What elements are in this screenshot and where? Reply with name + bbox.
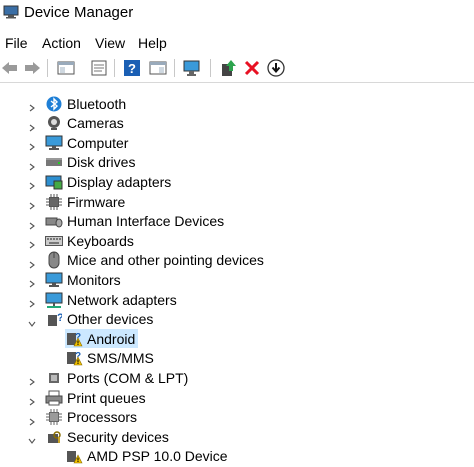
menu-action[interactable]: Action <box>42 35 81 51</box>
tree-category-disk-drives[interactable]: Disk drives <box>45 153 135 172</box>
svg-text:?: ? <box>57 312 62 324</box>
tree-item-label: Keyboards <box>67 232 134 249</box>
processor-icon <box>45 409 63 426</box>
tree-category-display-adapters[interactable]: Display adapters <box>45 172 171 191</box>
tree-category-human-interface-devices[interactable]: Human Interface Devices <box>45 212 224 231</box>
chevron-right-icon[interactable] <box>28 217 36 230</box>
chevron-right-icon[interactable] <box>28 99 36 112</box>
tree-item-label: Cameras <box>67 115 124 132</box>
show-hide-console-tree-icon[interactable] <box>56 58 76 78</box>
tree-category-cameras[interactable]: Cameras <box>45 114 124 133</box>
tree-category-keyboards[interactable]: Keyboards <box>45 231 134 250</box>
tree-category-firmware[interactable]: Firmware <box>45 192 125 211</box>
toolbar: ? <box>0 56 474 83</box>
toolbar-separator <box>210 59 211 77</box>
tree-item-label: Android <box>87 330 136 347</box>
menu-help[interactable]: Help <box>138 35 167 51</box>
chevron-right-icon[interactable] <box>28 393 36 406</box>
chevron-down-icon[interactable] <box>28 432 36 445</box>
help-icon[interactable]: ? <box>122 58 142 78</box>
tree-item-label: AMD PSP 10.0 Device <box>87 448 228 465</box>
device-manager-app-icon <box>3 5 19 19</box>
tree-category-network-adapters[interactable]: Network adapters <box>45 290 177 309</box>
security-device-item-icon <box>65 448 83 464</box>
tree-category-bluetooth[interactable]: Bluetooth <box>45 94 126 113</box>
update-driver-icon[interactable] <box>218 58 238 78</box>
tree-device-amd-psp-10-0-device[interactable]: AMD PSP 10.0 Device <box>65 447 231 466</box>
forward-arrow-icon[interactable] <box>22 58 42 78</box>
other-devices-icon: ? <box>45 311 63 327</box>
menu-file[interactable]: File <box>5 35 28 51</box>
scan-hardware-changes-icon[interactable] <box>182 58 202 78</box>
tree-category-mice-and-other-pointing-devices[interactable]: Mice and other pointing devices <box>45 251 264 270</box>
chevron-right-icon[interactable] <box>28 177 36 190</box>
chevron-right-icon[interactable] <box>28 119 36 132</box>
keyboard-icon <box>45 233 63 249</box>
tree-category-processors[interactable]: Processors <box>45 408 137 427</box>
properties-icon[interactable] <box>89 58 109 78</box>
window-title: Device Manager <box>24 4 134 21</box>
back-arrow-icon[interactable] <box>0 58 20 78</box>
tree-item-label: Display adapters <box>67 173 172 190</box>
tree-item-label: Human Interface Devices <box>67 213 225 230</box>
mouse-icon <box>45 251 63 269</box>
device-tree[interactable]: Bluetooth Cameras Computer Disk drives Displ… <box>0 90 474 467</box>
tree-category-computer[interactable]: Computer <box>45 133 128 152</box>
tree-item-label: Bluetooth <box>67 95 127 112</box>
monitor-icon <box>45 272 63 288</box>
chevron-right-icon[interactable] <box>28 236 36 249</box>
chevron-right-icon[interactable] <box>28 197 36 210</box>
svg-text:?: ? <box>128 61 136 76</box>
uninstall-device-icon[interactable] <box>242 58 262 78</box>
tree-item-label: Firmware <box>67 193 126 210</box>
tree-category-monitors[interactable]: Monitors <box>45 270 121 289</box>
tree-item-label: Computer <box>67 134 129 151</box>
tree-category-ports-com-lpt[interactable]: Ports (COM & LPT) <box>45 368 188 387</box>
tree-item-label: Disk drives <box>67 154 136 171</box>
tree-item-label: Security devices <box>67 428 169 445</box>
chevron-right-icon[interactable] <box>28 158 36 171</box>
printer-icon <box>45 390 63 406</box>
tree-device-android[interactable]: ?Android <box>65 329 139 349</box>
port-icon <box>45 370 63 386</box>
tree-item-label: Monitors <box>67 271 121 288</box>
toolbar-separator <box>47 59 48 77</box>
tree-item-label: Mice and other pointing devices <box>67 252 264 269</box>
menu-view[interactable]: View <box>95 35 125 51</box>
hid-icon <box>45 213 63 229</box>
action-pane-icon[interactable] <box>148 58 168 78</box>
tree-item-label: Other devices <box>67 311 154 328</box>
tree-item-label: SMS/MMS <box>87 350 154 367</box>
unknown-device-warning-icon: ? <box>65 350 83 366</box>
camera-icon <box>45 115 63 131</box>
chevron-right-icon[interactable] <box>28 295 36 308</box>
tree-device-sms-mms[interactable]: ?SMS/MMS <box>65 349 157 368</box>
menu-bar: File Action View Help <box>0 33 474 53</box>
computer-icon <box>45 135 63 151</box>
chevron-right-icon[interactable] <box>28 373 36 386</box>
firmware-icon <box>45 193 63 210</box>
chevron-right-icon[interactable] <box>28 275 36 288</box>
bluetooth-icon <box>45 96 63 112</box>
display-adapter-icon <box>45 174 63 190</box>
chevron-down-icon[interactable] <box>28 315 36 327</box>
chevron-right-icon[interactable] <box>28 413 36 426</box>
disable-device-icon[interactable] <box>266 58 286 78</box>
tree-item-label: Ports (COM & LPT) <box>67 369 189 386</box>
tree-item-label: Network adapters <box>67 291 177 308</box>
security-device-icon <box>45 429 63 445</box>
tree-item-label: Print queues <box>67 389 146 406</box>
network-adapter-icon <box>45 292 63 308</box>
tree-category-security-devices[interactable]: Security devices <box>45 427 169 446</box>
tree-category-print-queues[interactable]: Print queues <box>45 388 146 407</box>
tree-item-label: Processors <box>67 409 138 426</box>
unknown-device-warning-icon: ? <box>65 331 83 347</box>
chevron-right-icon[interactable] <box>28 256 36 269</box>
title-bar: Device Manager <box>0 0 474 28</box>
disk-drive-icon <box>45 154 63 170</box>
toolbar-separator <box>114 59 115 77</box>
tree-category-other-devices[interactable]: ? Other devices <box>45 310 153 329</box>
toolbar-separator <box>174 59 175 77</box>
chevron-right-icon[interactable] <box>28 138 36 151</box>
